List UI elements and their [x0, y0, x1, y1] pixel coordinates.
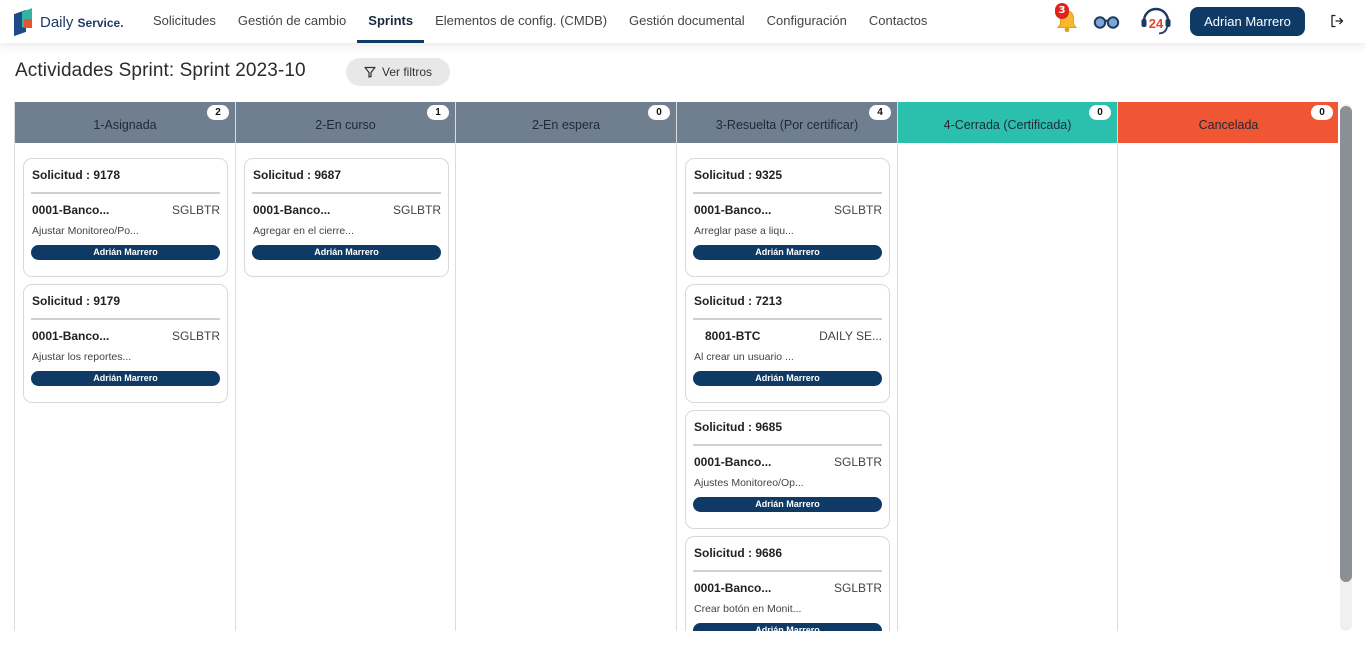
column-en-espera: 2-En espera 0 — [456, 102, 677, 631]
card-assignee-badge: Adrián Marrero — [693, 497, 882, 512]
card-divider — [31, 318, 220, 320]
card-title: Solicitud : 9687 — [253, 168, 342, 182]
card-code: SGLBTR — [171, 329, 220, 343]
card-divider — [693, 444, 882, 446]
card-description: Ajustar Monitoreo/Po... — [32, 225, 139, 237]
top-navbar: Daily Service. Solicitudes Gestión de ca… — [0, 0, 1366, 43]
card-company: 0001-Banco... — [694, 203, 772, 217]
column-asignada: 1-Asignada 2 Solicitud : 9178 0001-Banco… — [15, 102, 236, 631]
nav-item-cmdb[interactable]: Elementos de config. (CMDB) — [424, 0, 618, 43]
card-title: Solicitud : 9179 — [32, 294, 121, 308]
request-card[interactable]: Solicitud : 9687 0001-Banco... SGLBTR Ag… — [244, 158, 449, 277]
nav-item-configuracion[interactable]: Configuración — [756, 0, 858, 43]
card-assignee-badge: Adrián Marrero — [693, 371, 882, 386]
brand-suffix: Service. — [77, 15, 124, 30]
card-company: 0001-Banco... — [694, 581, 772, 595]
brand-logo[interactable]: Daily Service. — [14, 8, 124, 37]
column-header: 4-Cerrada (Certificada) 0 — [898, 102, 1117, 143]
kanban-board: 1-Asignada 2 Solicitud : 9178 0001-Banco… — [14, 102, 1338, 631]
card-description: Ajustes Monitoreo/Op... — [694, 477, 804, 489]
card-assignee-badge: Adrián Marrero — [693, 623, 882, 631]
column-cerrada: 4-Cerrada (Certificada) 0 — [898, 102, 1118, 631]
logo-icon — [14, 8, 34, 37]
card-title: Solicitud : 9685 — [694, 420, 783, 434]
request-card[interactable]: Solicitud : 9686 0001-Banco... SGLBTR Cr… — [685, 536, 890, 631]
support-24-label: 24 — [1149, 16, 1164, 31]
request-card[interactable]: Solicitud : 9179 0001-Banco... SGLBTR Aj… — [23, 284, 228, 403]
bell-icon[interactable]: 3 — [1055, 3, 1078, 34]
card-divider — [693, 192, 882, 194]
card-code: SGLBTR — [833, 203, 882, 217]
card-divider — [693, 318, 882, 320]
card-divider — [31, 192, 220, 194]
view-filters-label: Ver filtros — [381, 65, 432, 79]
card-description: Ajustar los reportes... — [32, 351, 132, 363]
column-cancelada: Cancelada 0 — [1118, 102, 1338, 631]
card-assignee-badge: Adrián Marrero — [252, 245, 441, 260]
card-code: SGLBTR — [833, 455, 882, 469]
column-title: 3-Resuelta (Por certificar) — [715, 118, 859, 132]
column-header: 2-En curso 1 — [236, 102, 455, 143]
request-card[interactable]: Solicitud : 9685 0001-Banco... SGLBTR Aj… — [685, 410, 890, 529]
column-count-badge: 0 — [648, 105, 670, 120]
card-company: 0001-Banco... — [32, 203, 110, 217]
card-description: Crear botón en Monit... — [694, 603, 802, 615]
user-menu-button[interactable]: Adrian Marrero — [1190, 7, 1305, 36]
column-resuelta: 3-Resuelta (Por certificar) 4 Solicitud … — [677, 102, 898, 631]
column-count-badge: 4 — [869, 105, 891, 120]
nav-item-sprints[interactable]: Sprints — [357, 0, 424, 43]
support-24-icon[interactable]: 24 — [1140, 5, 1172, 37]
filter-icon — [364, 66, 376, 78]
card-company: 8001-BTC — [705, 329, 761, 343]
notification-badge: 3 — [1055, 3, 1069, 19]
card-title: Solicitud : 9686 — [694, 546, 783, 560]
column-count-badge: 0 — [1089, 105, 1111, 120]
page-title: Actividades Sprint: Sprint 2023-10 — [15, 60, 306, 81]
vertical-scrollbar-thumb[interactable] — [1340, 106, 1352, 582]
logout-icon[interactable] — [1330, 13, 1344, 28]
card-code: SGLBTR — [171, 203, 220, 217]
card-description: Agregar en el cierre... — [253, 225, 354, 237]
column-title: 2-En curso — [315, 118, 376, 132]
card-title: Solicitud : 9325 — [694, 168, 783, 182]
card-title: Solicitud : 7213 — [694, 294, 783, 308]
column-header: Cancelada 0 — [1118, 102, 1338, 143]
card-code: SGLBTR — [392, 203, 441, 217]
column-header: 2-En espera 0 — [456, 102, 676, 143]
card-title: Solicitud : 9178 — [32, 168, 121, 182]
glasses-icon[interactable] — [1093, 14, 1120, 29]
column-title: 4-Cerrada (Certificada) — [943, 118, 1072, 132]
card-company: 0001-Banco... — [253, 203, 331, 217]
nav-item-solicitudes[interactable]: Solicitudes — [142, 0, 227, 43]
main-nav: Solicitudes Gestión de cambio Sprints El… — [142, 0, 938, 43]
column-title: 1-Asignada — [93, 118, 157, 132]
nav-item-gestion-cambio[interactable]: Gestión de cambio — [227, 0, 357, 43]
card-description: Al crear un usuario ... — [694, 351, 794, 363]
card-assignee-badge: Adrián Marrero — [31, 245, 220, 260]
card-code: DAILY SE... — [819, 329, 882, 343]
view-filters-button[interactable]: Ver filtros — [346, 58, 450, 86]
column-title: 2-En espera — [531, 118, 601, 132]
request-card[interactable]: Solicitud : 9325 0001-Banco... SGLBTR Ar… — [685, 158, 890, 277]
column-en-curso: 2-En curso 1 Solicitud : 9687 0001-Banco… — [236, 102, 456, 631]
brand-name: Daily Service. — [40, 13, 124, 31]
request-card[interactable]: Solicitud : 7213 8001-BTC DAILY SE... Al… — [685, 284, 890, 403]
card-divider — [252, 192, 441, 194]
card-divider — [693, 570, 882, 572]
nav-item-gestion-documental[interactable]: Gestión documental — [618, 0, 756, 43]
card-description: Arreglar pase a liqu... — [694, 225, 794, 237]
nav-item-contactos[interactable]: Contactos — [858, 0, 939, 43]
column-count-badge: 2 — [207, 105, 229, 120]
column-header: 1-Asignada 2 — [15, 102, 235, 143]
column-count-badge: 1 — [427, 105, 449, 120]
column-header: 3-Resuelta (Por certificar) 4 — [677, 102, 897, 143]
card-company: 0001-Banco... — [32, 329, 110, 343]
request-card[interactable]: Solicitud : 9178 0001-Banco... SGLBTR Aj… — [23, 158, 228, 277]
card-assignee-badge: Adrián Marrero — [31, 371, 220, 386]
column-title: Cancelada — [1198, 118, 1259, 132]
card-assignee-badge: Adrián Marrero — [693, 245, 882, 260]
card-code: SGLBTR — [833, 581, 882, 595]
card-company: 0001-Banco... — [694, 455, 772, 469]
column-count-badge: 0 — [1311, 105, 1333, 120]
